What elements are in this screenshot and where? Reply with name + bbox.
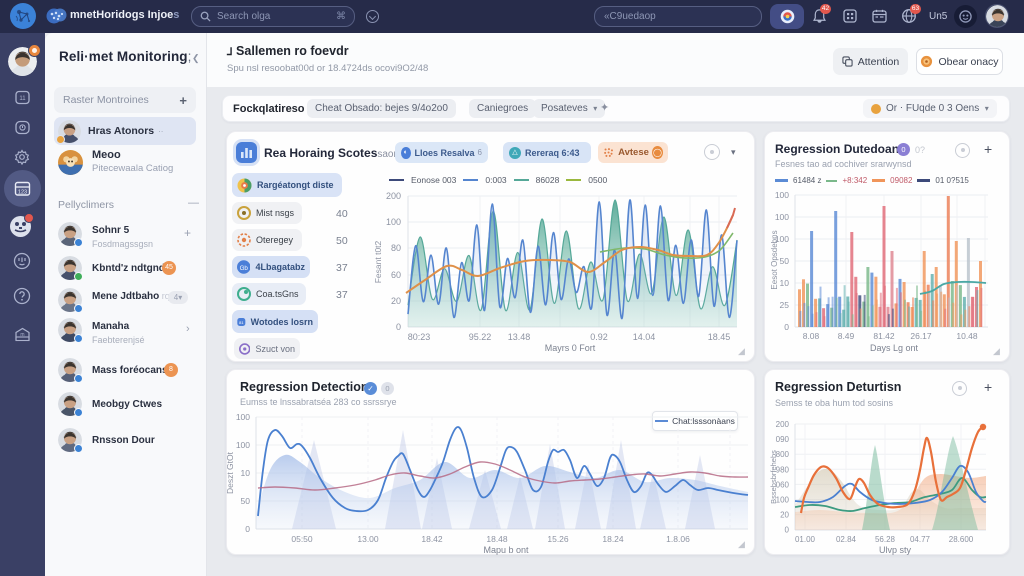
svg-text:Gb: Gb	[240, 265, 249, 272]
svg-text:m: m	[20, 332, 24, 338]
svg-text:81: 81	[239, 319, 244, 324]
svg-text:11: 11	[19, 96, 26, 102]
svg-text:123: 123	[18, 190, 27, 196]
